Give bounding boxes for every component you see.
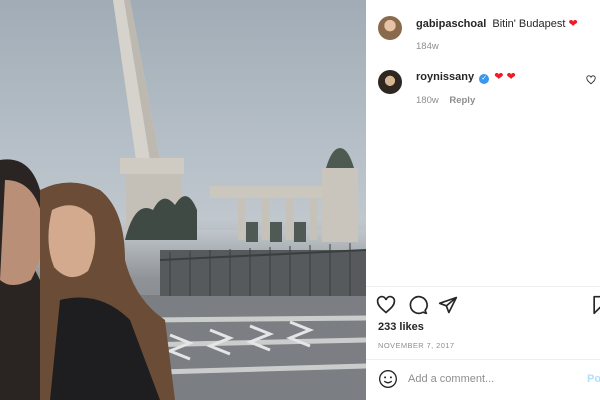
photo-scene [0, 0, 366, 400]
share-icon[interactable] [438, 295, 458, 315]
red-heart-icon: ❤ [506, 71, 516, 83]
comment-meta: 180w Reply [416, 95, 475, 106]
emoji-icon[interactable] [378, 369, 398, 389]
post-sidebar: gabipaschoal Bitin' Budapest ❤ 184w royn… [366, 0, 600, 400]
caption: gabipaschoal Bitin' Budapest ❤ [416, 17, 578, 31]
comment: roynissany ✓ ❤ ❤ [416, 70, 516, 84]
heart-outline-icon[interactable] [376, 295, 396, 315]
add-comment-input[interactable] [408, 371, 578, 387]
comment-avatar[interactable] [378, 70, 402, 94]
post-date: NOVEMBER 7, 2017 [378, 341, 455, 350]
comment-like-icon[interactable] [586, 75, 596, 85]
actions-divider [366, 286, 600, 287]
verified-badge-icon: ✓ [479, 74, 490, 84]
red-heart-icon: ❤ [568, 18, 578, 30]
comment-time[interactable]: 180w [416, 95, 439, 106]
caption-avatar[interactable] [378, 16, 402, 40]
comment-icon[interactable] [408, 295, 428, 315]
reply-button[interactable]: Reply [449, 95, 475, 106]
red-heart-icon: ❤ [494, 71, 504, 83]
save-icon[interactable] [590, 295, 600, 315]
comment-box-divider [366, 359, 600, 360]
comment-username[interactable]: roynissany [416, 71, 474, 83]
caption-meta: 184w [416, 41, 439, 52]
caption-username[interactable]: gabipaschoal [416, 18, 486, 30]
caption-time[interactable]: 184w [416, 41, 439, 52]
post-button[interactable]: Po [587, 373, 600, 385]
likes-count[interactable]: 233 likes [378, 321, 424, 333]
post-photo[interactable] [0, 0, 366, 400]
caption-text: Bitin' Budapest [492, 18, 566, 30]
